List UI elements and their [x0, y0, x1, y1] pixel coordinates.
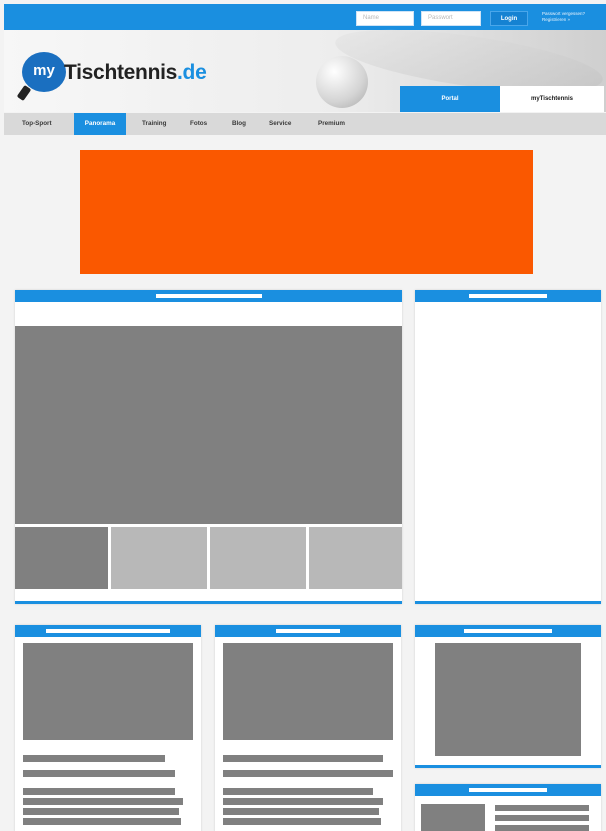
- box-header-title-placeholder: [155, 294, 262, 298]
- featured-box: [15, 290, 402, 604]
- nav-item-fotos[interactable]: Fotos: [190, 113, 207, 135]
- nav-item-training[interactable]: Training: [142, 113, 167, 135]
- tab-portal[interactable]: Portal: [400, 86, 500, 112]
- password-input[interactable]: Passwort: [421, 11, 481, 26]
- featured-image[interactable]: [15, 326, 402, 524]
- text-line-placeholder: [495, 815, 589, 821]
- text-line-placeholder: [223, 808, 379, 815]
- thumbnail-active[interactable]: [15, 527, 108, 589]
- article-image[interactable]: [23, 643, 193, 740]
- main-nav: Top-Sport Panorama Training Fotos Blog S…: [4, 113, 606, 135]
- box-footer: [15, 601, 402, 604]
- logo-text: Tischtennis.de: [64, 61, 207, 85]
- headline-placeholder: [223, 770, 393, 777]
- box-header-title-placeholder: [464, 629, 552, 633]
- box-header: [15, 290, 402, 302]
- text-line-placeholder: [495, 805, 589, 811]
- box-header-title-placeholder: [276, 629, 340, 633]
- tab-mytischtennis[interactable]: myTischtennis: [500, 86, 604, 112]
- article-image[interactable]: [223, 643, 393, 740]
- list-item-thumbnail[interactable]: [421, 804, 485, 831]
- box-header: [15, 625, 201, 637]
- text-line-placeholder: [23, 808, 179, 815]
- thumbnail[interactable]: [210, 527, 306, 589]
- username-input[interactable]: Name: [356, 11, 414, 26]
- sidebar-media-box: [415, 625, 601, 768]
- box-header: [415, 625, 601, 637]
- headline-placeholder: [23, 770, 175, 777]
- ad-banner[interactable]: [80, 150, 533, 274]
- nav-item-premium[interactable]: Premium: [318, 113, 345, 135]
- text-line-placeholder: [223, 788, 373, 795]
- text-line-placeholder: [23, 788, 175, 795]
- account-links: Passwort vergessen? Registrieren »: [542, 11, 606, 23]
- top-login-bar: Name Passwort Login Passwort vergessen? …: [4, 4, 606, 30]
- box-header: [415, 784, 601, 796]
- headline-placeholder: [23, 755, 165, 762]
- logo-tld-text: .de: [177, 61, 207, 84]
- logo-badge: my: [22, 52, 66, 92]
- headline-placeholder: [223, 755, 383, 762]
- text-line-placeholder: [23, 818, 181, 825]
- text-line-placeholder: [223, 798, 383, 805]
- nav-item-blog[interactable]: Blog: [232, 113, 246, 135]
- box-footer: [415, 601, 601, 604]
- text-line-placeholder: [495, 825, 589, 831]
- ball-graphic: [316, 56, 368, 108]
- sidebar-list-box: [415, 784, 601, 831]
- box-header-title-placeholder: [46, 629, 170, 633]
- box-header: [215, 625, 401, 637]
- box-header-title-placeholder: [469, 294, 547, 298]
- nav-item-service[interactable]: Service: [269, 113, 291, 135]
- article-box: [15, 625, 201, 831]
- text-line-placeholder: [223, 818, 381, 825]
- thumbnail[interactable]: [309, 527, 402, 589]
- thumbnail[interactable]: [111, 527, 207, 589]
- box-footer: [415, 765, 601, 768]
- nav-item-top-sport[interactable]: Top-Sport: [22, 113, 52, 135]
- sidebar-image[interactable]: [435, 643, 581, 756]
- article-box: [215, 625, 401, 831]
- nav-item-panorama[interactable]: Panorama: [74, 113, 126, 135]
- register-link[interactable]: Registrieren »: [542, 17, 606, 23]
- sidebar-box: [415, 290, 601, 604]
- box-header: [415, 290, 601, 302]
- logo-main-text: Tischtennis: [64, 61, 178, 84]
- box-header-title-placeholder: [469, 788, 547, 792]
- text-line-placeholder: [23, 798, 183, 805]
- site-logo[interactable]: my Tischtennis.de: [16, 52, 262, 102]
- login-button[interactable]: Login: [490, 11, 528, 26]
